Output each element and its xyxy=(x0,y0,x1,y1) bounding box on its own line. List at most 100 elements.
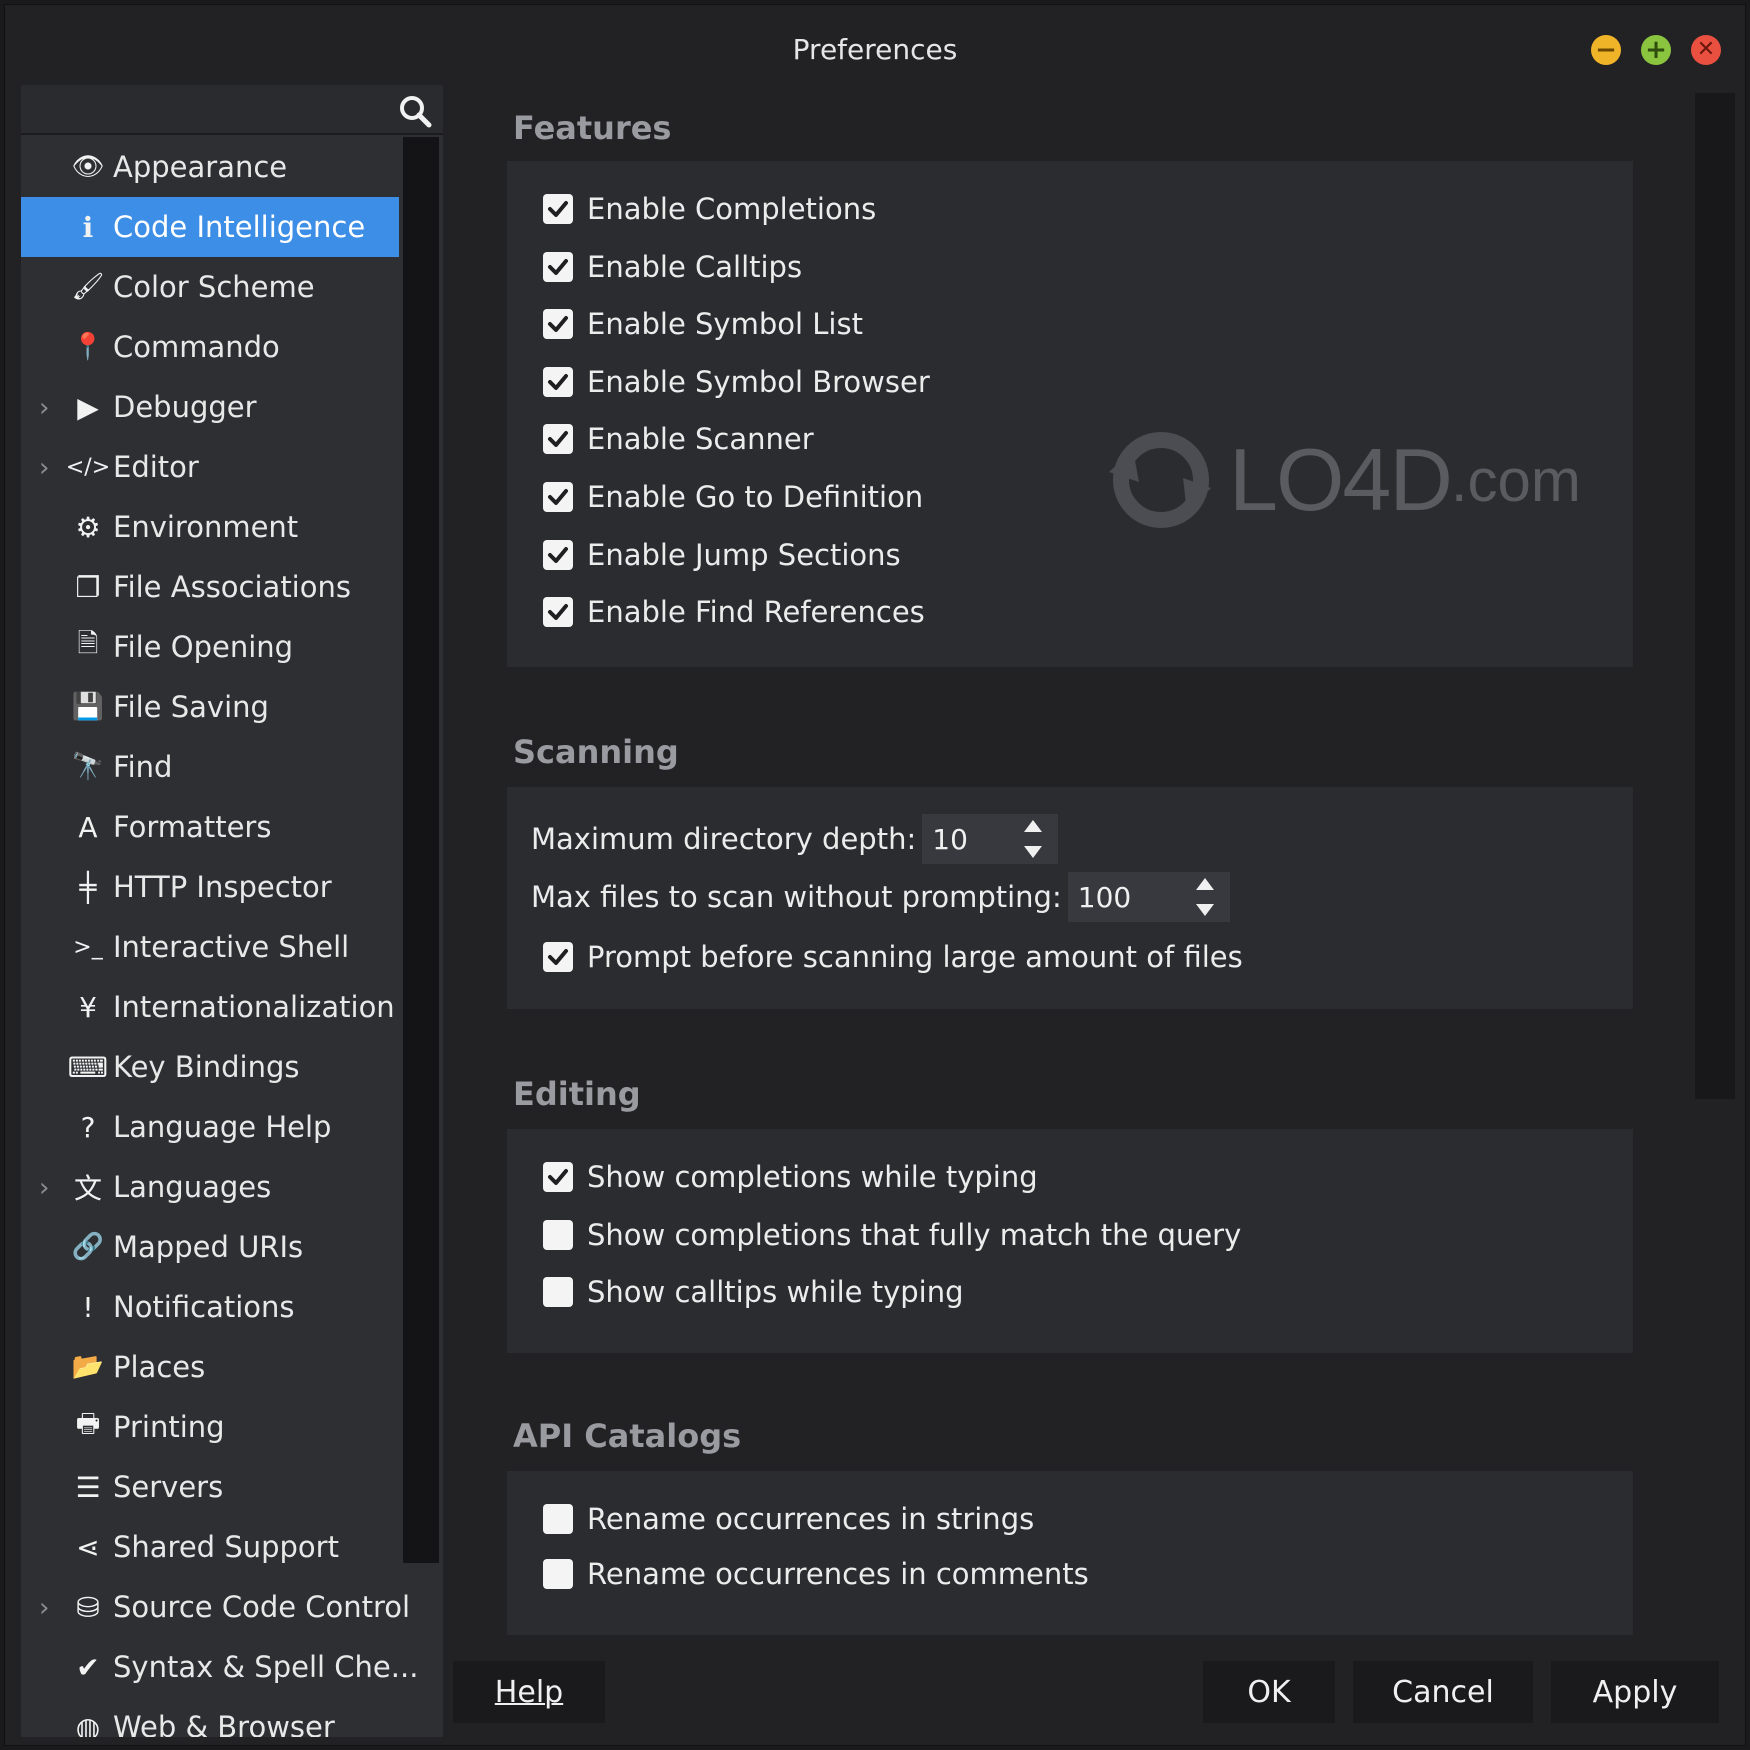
apply-button[interactable]: Apply xyxy=(1551,1661,1719,1723)
feature-option[interactable]: Enable Completions xyxy=(543,189,876,229)
checkbox[interactable] xyxy=(543,366,573,397)
save-icon: 💾 xyxy=(71,692,105,722)
minimize-button[interactable]: − xyxy=(1591,35,1621,65)
feature-option[interactable]: Enable Jump Sections xyxy=(543,535,901,575)
api-catalog-option[interactable]: Rename occurrences in comments xyxy=(543,1554,1089,1594)
sidebar-item-appearance[interactable]: 👁 Appearance xyxy=(21,137,399,197)
checkbox[interactable] xyxy=(543,1559,573,1589)
pin-icon: 📍 xyxy=(71,332,105,362)
sidebar-item-internationalization[interactable]: ¥ Internationalization xyxy=(21,977,399,1037)
sidebar-item-label: Languages xyxy=(113,1170,272,1204)
checkbox[interactable] xyxy=(543,1162,573,1192)
max-files-label: Max files to scan without prompting: xyxy=(531,880,1062,914)
help-button[interactable]: Help xyxy=(453,1661,605,1723)
chevron-right-icon[interactable]: › xyxy=(39,453,49,483)
sidebar-item-places[interactable]: 📂 Places xyxy=(21,1337,399,1397)
window-title: Preferences xyxy=(792,33,958,66)
sidebar-item-interactive-shell[interactable]: >_ Interactive Shell xyxy=(21,917,399,977)
category-search-input[interactable] xyxy=(29,93,389,127)
sidebar-item-notifications[interactable]: ! Notifications xyxy=(21,1277,399,1337)
feature-option[interactable]: Enable Scanner xyxy=(543,419,814,459)
editing-option[interactable]: Show calltips while typing xyxy=(543,1272,964,1312)
option-label: Rename occurrences in strings xyxy=(587,1502,1035,1536)
feature-option[interactable]: Enable Find References xyxy=(543,592,925,632)
feature-option[interactable]: Enable Calltips xyxy=(543,247,802,287)
sidebar-item-source-code-control[interactable]: › ⛁ Source Code Control xyxy=(21,1577,410,1637)
sidebar-item-label: Code Intelligence xyxy=(113,210,366,244)
checkbox[interactable] xyxy=(543,194,573,224)
ok-button[interactable]: OK xyxy=(1203,1661,1335,1723)
feature-option[interactable]: Enable Go to Definition xyxy=(543,477,923,517)
title-bar[interactable]: Preferences − + ✕ xyxy=(5,5,1745,85)
terminal-icon: >_ xyxy=(73,934,103,960)
checkbox[interactable] xyxy=(543,251,573,282)
maximize-button[interactable]: + xyxy=(1641,35,1671,65)
checkbox[interactable] xyxy=(543,539,573,570)
max-files-spinbox[interactable] xyxy=(1067,872,1230,922)
sidebar-scrollbar[interactable] xyxy=(403,137,439,1563)
feature-option[interactable]: Enable Symbol Browser xyxy=(543,362,930,402)
link-icon: 🔗 xyxy=(71,1232,105,1262)
sidebar-item-printing[interactable]: 🖶 Printing xyxy=(21,1397,399,1457)
settings-scrollbar[interactable] xyxy=(1695,93,1735,1099)
search-icon[interactable] xyxy=(397,93,433,129)
prompt-large-scan-option[interactable]: Prompt before scanning large amount of f… xyxy=(543,937,1243,977)
translate-icon: 文 xyxy=(73,1172,102,1205)
sidebar-item-debugger[interactable]: › ▶ Debugger xyxy=(21,377,399,437)
max-depth-input[interactable] xyxy=(922,814,1013,864)
sidebar-item-language-help[interactable]: ? Language Help xyxy=(21,1097,399,1157)
features-group: Enable Completions Enable Calltips Enable … xyxy=(507,161,1633,667)
sidebar-item-http-inspector[interactable]: ╪ HTTP Inspector xyxy=(21,857,399,917)
feature-option[interactable]: Enable Symbol List xyxy=(543,304,863,344)
editing-option[interactable]: Show completions while typing xyxy=(543,1157,1038,1197)
sidebar-item-web-browser[interactable]: ◍ Web & Browser xyxy=(21,1697,399,1737)
checkbox[interactable] xyxy=(543,597,573,628)
checkbox[interactable] xyxy=(543,942,573,972)
sidebar-item-mapped-uris[interactable]: 🔗 Mapped URIs xyxy=(21,1217,399,1277)
option-label: Rename occurrences in comments xyxy=(587,1557,1089,1591)
option-label: Enable Completions xyxy=(587,192,877,226)
checkbox[interactable] xyxy=(543,1219,573,1250)
sidebar-item-editor[interactable]: › </> Editor xyxy=(21,437,399,497)
sidebar-item-syntax-spell-che[interactable]: ✔ Syntax & Spell Che... xyxy=(21,1637,418,1697)
close-icon: ✕ xyxy=(1696,37,1716,62)
sidebar-item-servers[interactable]: ☰ Servers xyxy=(21,1457,399,1517)
sidebar-item-color-scheme[interactable]: 🖌 Color Scheme xyxy=(21,257,399,317)
editing-option[interactable]: Show completions that fully match the qu… xyxy=(543,1215,1241,1255)
sidebar-item-find[interactable]: 🔭 Find xyxy=(21,737,399,797)
sidebar-item-label: Mapped URIs xyxy=(113,1230,304,1264)
sidebar-item-label: Key Bindings xyxy=(113,1050,300,1084)
checkbox[interactable] xyxy=(543,482,573,512)
max-depth-spinbox[interactable] xyxy=(922,814,1059,864)
sidebar-item-label: Syntax & Spell Che... xyxy=(113,1650,419,1684)
cancel-button[interactable]: Cancel xyxy=(1353,1661,1533,1723)
checkbox[interactable] xyxy=(543,1504,573,1534)
chevron-right-icon[interactable]: › xyxy=(39,393,49,423)
checkbox[interactable] xyxy=(543,1277,573,1307)
printer-icon: 🖶 xyxy=(75,1409,101,1439)
spin-arrows-icon[interactable] xyxy=(1022,818,1044,860)
spin-arrows-icon[interactable] xyxy=(1194,876,1216,918)
category-list: 👁 Appearance ℹ Code Intelligence 🖌 Color Sche… xyxy=(21,137,418,1737)
sidebar-item-languages[interactable]: › 文 Languages xyxy=(21,1157,399,1217)
sidebar-item-key-bindings[interactable]: ⌨ Key Bindings xyxy=(21,1037,399,1097)
sidebar-item-file-saving[interactable]: 💾 File Saving xyxy=(21,677,399,737)
sidebar-item-file-opening[interactable]: 🗎 File Opening xyxy=(21,617,399,677)
features-heading: Features xyxy=(513,109,672,147)
sidebar-item-environment[interactable]: ⚙ Environment xyxy=(21,497,399,557)
sidebar-item-formatters[interactable]: A Formatters xyxy=(21,797,399,857)
api-catalog-option[interactable]: Rename occurrences in strings xyxy=(543,1499,1034,1539)
checkbox[interactable] xyxy=(543,424,573,455)
sidebar-item-file-associations[interactable]: ❐ File Associations xyxy=(21,557,399,617)
option-label: Show calltips while typing xyxy=(587,1275,964,1309)
chevron-right-icon[interactable]: › xyxy=(39,1593,49,1623)
sidebar-item-shared-support[interactable]: ⋖ Shared Support xyxy=(21,1517,399,1577)
eye-icon: 👁 xyxy=(71,152,105,182)
brush-icon: 🖌 xyxy=(71,272,105,302)
chevron-right-icon[interactable]: › xyxy=(39,1173,49,1203)
close-button[interactable]: ✕ xyxy=(1691,35,1721,65)
sidebar-item-commando[interactable]: 📍 Commando xyxy=(21,317,399,377)
max-files-input[interactable] xyxy=(1067,872,1178,922)
checkbox[interactable] xyxy=(543,309,573,340)
sidebar-item-code-intelligence[interactable]: ℹ Code Intelligence xyxy=(21,197,399,257)
